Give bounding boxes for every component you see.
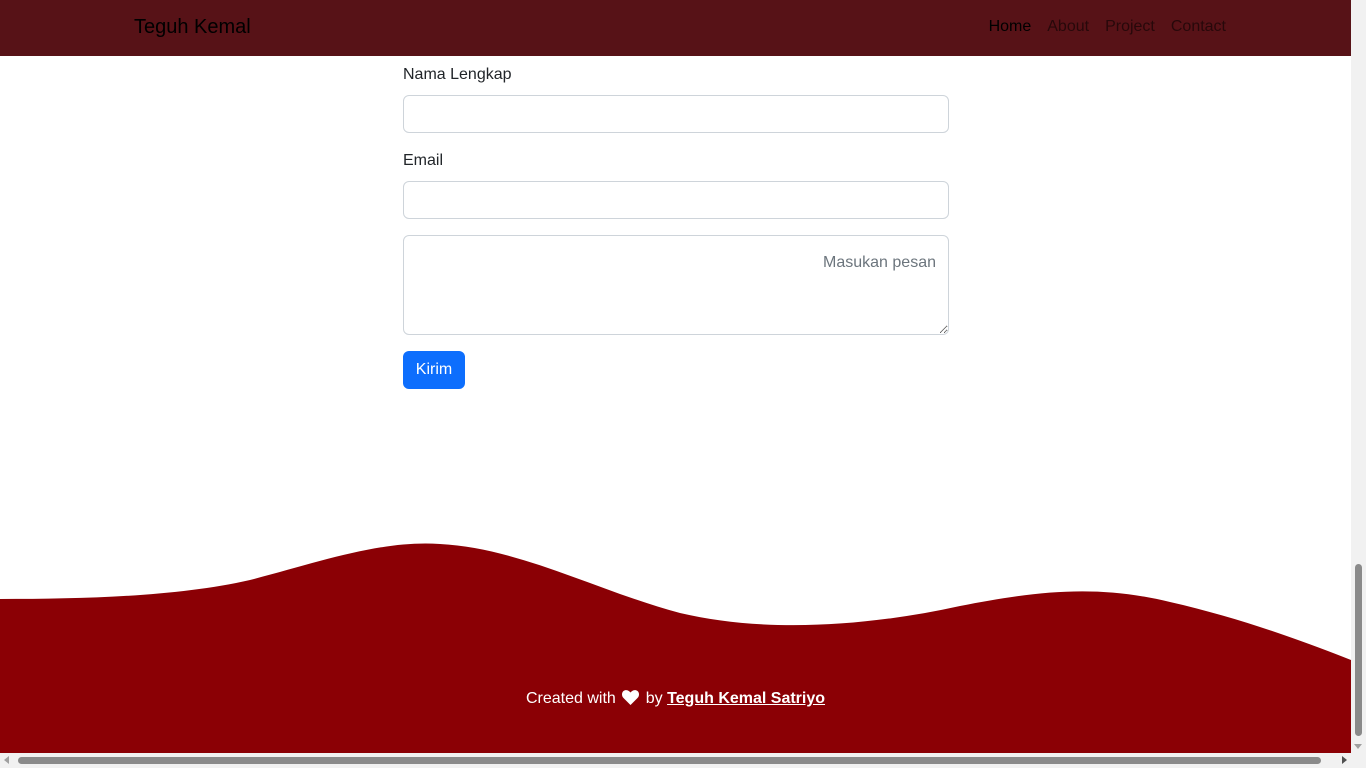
footer-credit: Created with by Teguh Kemal Satriyo (0, 690, 1351, 710)
page: Teguh Kemal Home About Project Contact N… (0, 0, 1366, 768)
footer-author-link[interactable]: Teguh Kemal Satriyo (667, 690, 825, 707)
footer-middle: by (645, 690, 663, 707)
vertical-scrollbar[interactable] (1351, 0, 1366, 753)
nav-link-contact[interactable]: Contact (1171, 18, 1226, 36)
navbar: Teguh Kemal Home About Project Contact (0, 0, 1351, 56)
horizontal-scrollbar[interactable] (0, 753, 1351, 768)
vertical-scrollbar-thumb[interactable] (1355, 564, 1362, 736)
footer-prefix: Created with (525, 690, 616, 707)
scroll-right-icon[interactable] (1342, 756, 1347, 764)
message-field[interactable] (403, 235, 949, 335)
submit-button[interactable]: Kirim (403, 351, 465, 389)
scroll-down-icon[interactable] (1354, 744, 1362, 749)
nav-link-about[interactable]: About (1047, 18, 1089, 36)
nav-links: Home About Project Contact (989, 18, 1226, 36)
scrollbar-corner (1351, 753, 1366, 768)
scroll-left-icon[interactable] (4, 756, 9, 764)
nav-link-project[interactable]: Project (1105, 18, 1155, 36)
email-label: Email (403, 152, 444, 169)
footer-wave (0, 543, 1351, 753)
name-field[interactable] (403, 95, 949, 133)
navbar-brand[interactable]: Teguh Kemal (134, 16, 251, 39)
heart-icon (622, 690, 640, 710)
horizontal-scrollbar-thumb[interactable] (18, 757, 1321, 764)
name-label: Nama Lengkap (403, 66, 512, 83)
nav-link-home[interactable]: Home (989, 18, 1032, 36)
email-field[interactable] (403, 181, 949, 219)
